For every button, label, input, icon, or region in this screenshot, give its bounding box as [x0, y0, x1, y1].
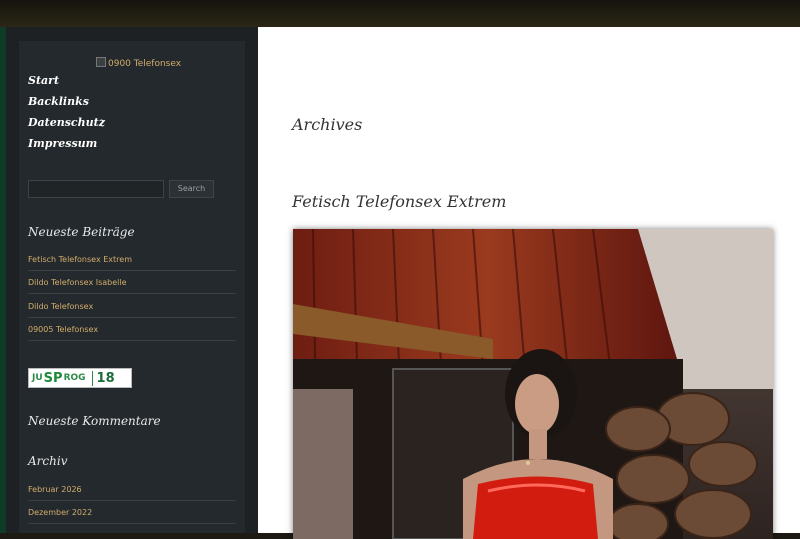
- nav-item-start[interactable]: Start: [28, 74, 59, 87]
- broken-image-icon: [96, 57, 106, 67]
- recent-comments-title: Neueste Kommentare: [28, 414, 161, 428]
- recent-post-link[interactable]: Dildo Telefonsex Isabelle: [28, 278, 236, 294]
- site-logo[interactable]: 0900 Telefonsex: [96, 57, 216, 71]
- recent-post-link[interactable]: 09005 Telefonsex: [28, 325, 236, 341]
- nav-item-datenschutz[interactable]: Datenschutz: [28, 116, 105, 129]
- main-content: Archives Fetisch Telefonsex Extrem: [258, 27, 800, 539]
- archive-link[interactable]: Dezember 2022: [28, 508, 236, 524]
- recent-post-link[interactable]: Fetisch Telefonsex Extrem: [28, 255, 236, 271]
- site-logo-alt: 0900 Telefonsex: [108, 59, 182, 69]
- post-title[interactable]: Fetisch Telefonsex Extrem: [292, 192, 506, 211]
- archive-title: Archiv: [28, 454, 68, 468]
- top-bar: [0, 0, 800, 27]
- badge-jus: JU: [32, 373, 43, 383]
- recent-posts-title: Neueste Beiträge: [28, 225, 135, 239]
- badge-age: 18: [91, 370, 115, 386]
- archive-link[interactable]: Februar 2026: [28, 485, 236, 501]
- post-featured-image[interactable]: [293, 229, 773, 539]
- post-image-illustration: [293, 229, 773, 539]
- badge-prog: ROG: [63, 373, 86, 383]
- search-button[interactable]: Search: [169, 180, 214, 198]
- nav-item-impressum[interactable]: Impressum: [28, 137, 97, 150]
- badge-sp: SP: [43, 370, 63, 386]
- page-title: Archives: [292, 115, 363, 134]
- recent-post-link[interactable]: Dildo Telefonsex: [28, 302, 236, 318]
- nav-item-backlinks[interactable]: Backlinks: [28, 95, 89, 108]
- search-input[interactable]: [28, 180, 164, 198]
- jusprog-badge[interactable]: JU SP ROG 18: [28, 368, 132, 388]
